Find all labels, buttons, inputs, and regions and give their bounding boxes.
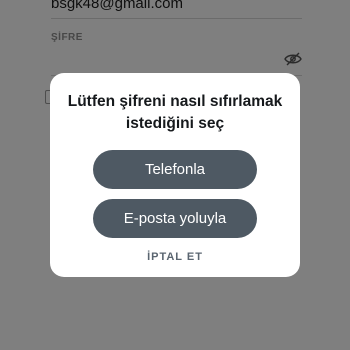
dialog-title: Lütfen şifreni nasıl sıfırlamak istediği… bbox=[67, 93, 283, 132]
reset-method-dialog: Lütfen şifreni nasıl sıfırlamak istediği… bbox=[50, 73, 300, 277]
cancel-button[interactable]: İPTAL ET bbox=[50, 251, 300, 263]
email-button[interactable]: E-posta yoluyla bbox=[93, 199, 257, 238]
phone-button[interactable]: Telefonla bbox=[93, 150, 257, 189]
